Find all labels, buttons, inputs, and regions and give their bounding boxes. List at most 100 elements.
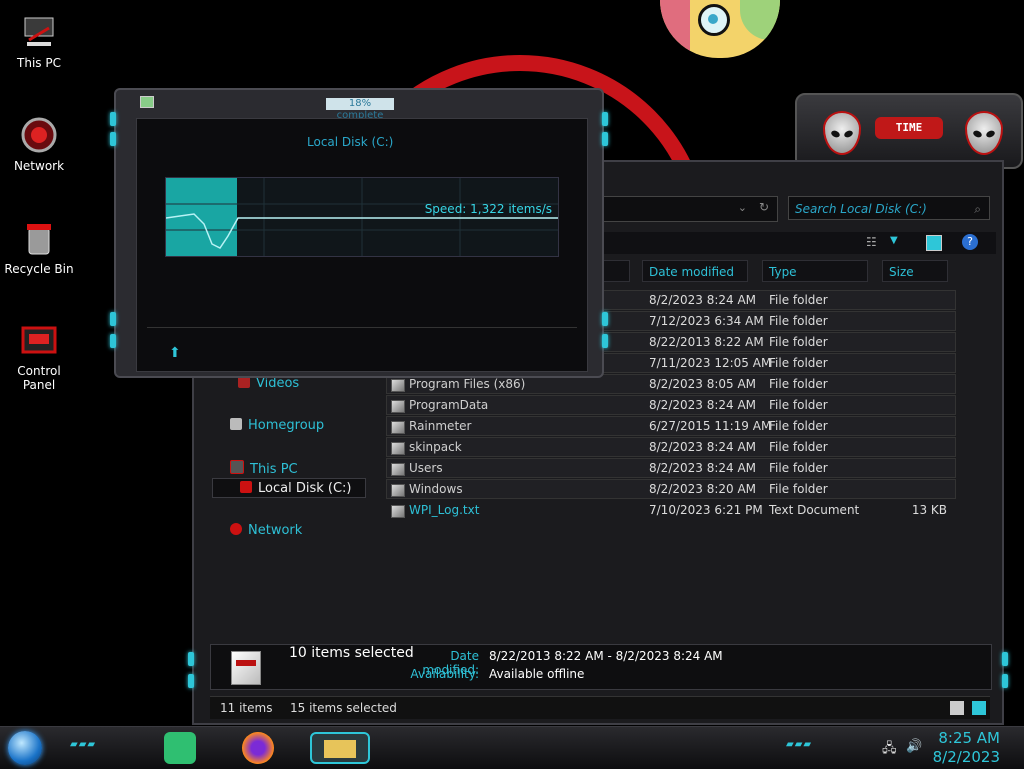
help-icon[interactable]: ? — [962, 234, 978, 250]
network-tray-icon[interactable]: 🖧 — [882, 739, 897, 761]
search-icon: ⌕ — [974, 202, 981, 216]
desktop-icon-this-pc[interactable]: This PC — [0, 12, 78, 70]
notes-app-icon[interactable] — [164, 732, 196, 764]
firefox-icon[interactable] — [242, 732, 274, 764]
nav-item-local-disk[interactable]: Local Disk (C:) — [240, 481, 351, 496]
alien-gadget: TIME — [795, 93, 1023, 169]
file-type: File folder — [769, 377, 828, 391]
more-details-toggle-icon[interactable]: ⬆ — [169, 345, 181, 361]
alien-head-icon — [965, 111, 1003, 155]
address-bar[interactable]: ⌄ ↻ — [594, 196, 778, 222]
file-date: 8/2/2023 8:05 AM — [649, 377, 757, 391]
file-type: File folder — [769, 440, 828, 454]
details-view-icon[interactable] — [950, 701, 964, 715]
folder-icon — [391, 484, 405, 497]
file-row[interactable]: Users 8/2/2023 8:24 AM File folder — [386, 458, 956, 478]
folder-icon — [391, 379, 405, 392]
this-pc-icon — [24, 17, 54, 46]
command-toolbar: ☷ ▼ ? — [600, 232, 996, 254]
file-name: Users — [409, 461, 443, 475]
selected-files-icon — [231, 651, 261, 685]
file-type: File folder — [769, 293, 828, 307]
availability-label: Availability: — [410, 667, 479, 681]
text-file-icon — [391, 505, 405, 518]
file-name: Rainmeter — [409, 419, 472, 433]
dialog-title: 18% complete — [326, 98, 394, 121]
volume-icon[interactable]: 🔊 — [906, 739, 922, 754]
speed-readout: Speed: 1,322 items/s — [424, 202, 552, 216]
file-date: 8/2/2023 8:24 AM — [649, 461, 757, 475]
file-type: File folder — [769, 314, 828, 328]
preview-pane-icon[interactable] — [926, 235, 942, 251]
file-type: File folder — [769, 356, 828, 370]
refresh-icon[interactable]: ↻ — [759, 200, 769, 214]
nav-item-this-pc[interactable]: This PC — [230, 460, 298, 477]
file-date: 8/2/2023 8:20 AM — [649, 482, 757, 496]
details-pane: 10 items selected Date modified: 8/22/20… — [210, 644, 992, 690]
file-date: 7/10/2023 6:21 PM — [649, 503, 763, 517]
network-icon — [21, 117, 57, 153]
file-type: File folder — [769, 482, 828, 496]
column-header-name[interactable] — [600, 260, 630, 282]
gadget-logo: TIME — [875, 117, 943, 139]
file-row[interactable]: ProgramData 8/2/2023 8:24 AM File folder — [386, 395, 956, 415]
column-header-date-modified[interactable]: Date modified — [642, 260, 748, 282]
desktop-icon-network[interactable]: Network — [0, 115, 78, 173]
search-input[interactable]: Search Local Disk (C:) ⌕ — [788, 196, 990, 220]
view-options-icon[interactable]: ☷ — [866, 235, 877, 249]
transfer-speed-graph: Speed: 1,322 items/s — [165, 177, 559, 257]
column-header-size[interactable]: Size — [882, 260, 948, 282]
nav-item-network[interactable]: Network — [230, 523, 302, 538]
homegroup-icon — [230, 418, 242, 430]
desktop-icon-recycle-bin[interactable]: Recycle Bin — [0, 218, 78, 276]
status-bar: 11 items 15 items selected — [210, 696, 990, 719]
selected-count: 15 items selected — [290, 701, 397, 715]
file-name: WPI_Log.txt — [409, 503, 480, 517]
folder-icon — [391, 463, 405, 476]
local-disk-icon — [240, 481, 252, 493]
file-type: Text Document — [769, 503, 860, 517]
file-row[interactable]: Rainmeter 6/27/2015 11:19 AM File folder — [386, 416, 956, 436]
file-date: 8/22/2013 8:22 AM — [649, 335, 764, 349]
file-date: 6/27/2015 11:19 AM — [649, 419, 772, 433]
nav-item-videos[interactable]: Videos — [238, 376, 299, 391]
column-header-type[interactable]: Type — [762, 260, 868, 282]
large-icons-view-icon[interactable] — [972, 701, 986, 715]
availability-value: Available offline — [489, 667, 585, 681]
folder-icon — [391, 421, 405, 434]
chevron-down-icon[interactable]: ▼ — [890, 235, 898, 246]
file-date: 8/2/2023 8:24 AM — [649, 440, 757, 454]
desktop-icon-control-panel[interactable]: Control Panel — [0, 320, 78, 392]
file-date: 8/2/2023 8:24 AM — [649, 398, 757, 412]
recycle-bin-icon — [27, 224, 51, 255]
nav-item-homegroup[interactable]: Homegroup — [230, 418, 324, 433]
file-type: File folder — [769, 398, 828, 412]
start-button[interactable] — [8, 731, 42, 765]
selection-count: 10 items selected — [289, 645, 414, 661]
file-row[interactable]: Windows 8/2/2023 8:20 AM File folder — [386, 479, 956, 499]
file-name: skinpack — [409, 440, 462, 454]
file-name: ProgramData — [409, 398, 489, 412]
file-size: 13 KB — [911, 503, 947, 517]
file-date: 8/2/2023 8:24 AM — [649, 293, 757, 307]
file-explorer-icon[interactable] — [310, 732, 370, 764]
chevron-down-icon[interactable]: ⌄ — [738, 201, 747, 214]
file-name: Windows — [409, 482, 463, 496]
folder-icon — [391, 442, 405, 455]
file-type: File folder — [769, 419, 828, 433]
clock-time[interactable]: 8:25 AM — [938, 729, 1000, 747]
copy-progress-dialog: 18% complete Local Disk (C:) Speed: 1,32… — [110, 88, 608, 378]
wallpaper-cartoon-image — [660, 0, 780, 58]
clock-date[interactable]: 8/2/2023 — [933, 748, 1000, 766]
taskbar: ▰▰▰ ▰▰▰ 🖧 🔊 8:25 AM 8/2/2023 — [0, 726, 1024, 769]
copy-dialog-body: Local Disk (C:) Speed: 1,322 items/s ⬆ — [136, 118, 588, 372]
item-count: 11 items — [220, 701, 273, 715]
folder-icon — [391, 400, 405, 413]
alien-head-icon — [823, 111, 861, 155]
decor-lights-icon: ▰▰▰ — [70, 739, 97, 750]
date-modified-value: 8/22/2013 8:22 AM - 8/2/2023 8:24 AM — [489, 649, 723, 663]
file-row[interactable]: skinpack 8/2/2023 8:24 AM File folder — [386, 437, 956, 457]
file-row[interactable]: WPI_Log.txt 7/10/2023 6:21 PM Text Documen… — [386, 500, 956, 520]
network-icon — [230, 523, 242, 535]
copy-icon — [140, 96, 154, 108]
